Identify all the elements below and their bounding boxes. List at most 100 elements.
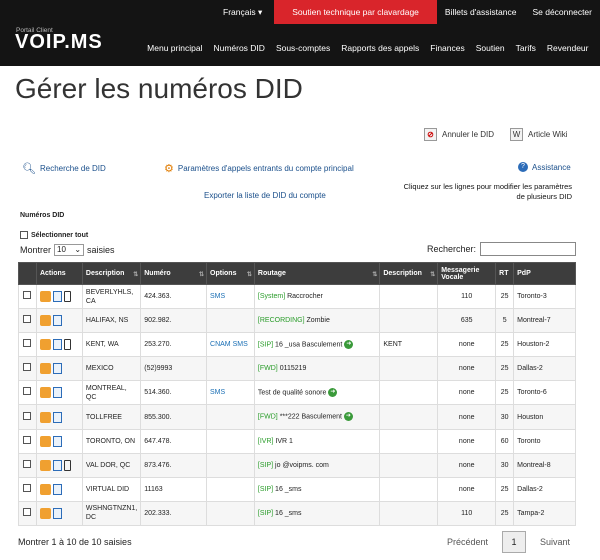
wiki-action[interactable]: W Article Wiki [510, 128, 568, 141]
tickets-link[interactable]: Billets d'assistance [437, 0, 525, 24]
document-icon[interactable] [52, 387, 62, 399]
pop-cell: Dallas-2 [513, 356, 576, 382]
search-did-link[interactable]: 🔍︎ Recherche de DID [22, 162, 106, 175]
page-length-select[interactable]: 10 ⌄ [54, 244, 85, 256]
phone-icon[interactable] [63, 339, 71, 351]
nav-item-0[interactable]: Menu principal [142, 40, 208, 56]
table-search: Rechercher: [427, 242, 576, 256]
next-button[interactable]: Suivant [540, 537, 570, 547]
row-checkbox-cell [18, 380, 37, 406]
edit-icon[interactable] [39, 411, 51, 423]
column-header-5[interactable]: Description ⇅ [379, 262, 439, 285]
phone-icon[interactable] [63, 291, 71, 303]
document-icon[interactable] [52, 291, 62, 303]
column-header-label: Options [210, 270, 237, 277]
column-header-4[interactable]: Routage ⇅ [253, 262, 381, 285]
table-row[interactable]: VAL DOR, QC 873.476. [SIP] jo @voipms. com… [18, 452, 576, 478]
table-row[interactable]: WSHNGTNZN1, DC 202.333. [SIP] 16 _sms 110 25… [18, 500, 576, 526]
table-row[interactable]: BEVERLYHLS, CA 424.363. SMS [System] Raccro… [18, 283, 576, 310]
page-length-control: Montrer 10 ⌄ saisies [20, 244, 115, 256]
document-icon[interactable] [52, 435, 62, 447]
routing-type: [FWD] [257, 365, 278, 373]
edit-icon[interactable] [39, 459, 51, 471]
column-header-6[interactable]: Messagerie Vocale [437, 262, 497, 285]
nav-item-4[interactable]: Finances [425, 40, 471, 56]
assistance-link[interactable]: ? Assistance [518, 162, 571, 172]
document-icon[interactable] [52, 483, 62, 495]
incoming-params-label: Paramètres d'appels entrants du compte p… [177, 164, 354, 173]
document-icon[interactable] [52, 411, 62, 423]
row-checkbox[interactable] [23, 291, 32, 300]
select-all[interactable]: Sélectionner tout [20, 231, 88, 239]
search-input[interactable] [480, 242, 576, 256]
row-checkbox[interactable] [23, 363, 32, 372]
row-actions [39, 315, 79, 327]
table-row[interactable]: HALIFAX, NS 902.982. [RECORDING] Zombie 635… [18, 308, 576, 334]
row-checkbox[interactable] [23, 387, 32, 396]
rt-cell: 25 [495, 476, 515, 502]
row-checkbox[interactable] [23, 339, 32, 348]
document-icon[interactable] [52, 363, 62, 375]
select-all-checkbox[interactable] [20, 231, 28, 239]
column-header-8[interactable]: PdP [513, 262, 576, 285]
header-checkbox-col [18, 262, 37, 285]
table-row[interactable]: TORONTO, ON 647.478. [IVR] IVR 1 none 60 Toro… [18, 428, 576, 454]
column-header-1[interactable]: Description ⇅ [81, 262, 142, 285]
edit-icon[interactable] [39, 339, 51, 351]
row-checkbox[interactable] [23, 315, 32, 324]
column-header-7[interactable]: RT [495, 262, 515, 285]
cancel-did-action[interactable]: ⊘ Annuler le DID [424, 128, 494, 141]
nav-item-6[interactable]: Tarifs [510, 40, 541, 56]
multi-edit-note: Cliquez sur les lignes pour modifier les… [403, 182, 572, 201]
edit-icon[interactable] [39, 387, 51, 399]
row-checkbox[interactable] [23, 483, 32, 492]
language-selector[interactable]: Français ▾ [215, 0, 270, 24]
voipms-logo[interactable]: VOIP.MS [15, 31, 103, 54]
document-icon[interactable] [52, 315, 62, 327]
edit-icon[interactable] [39, 363, 51, 375]
row-checkbox[interactable] [23, 435, 32, 444]
page-length-value: 10 [57, 245, 66, 254]
table-row[interactable]: KENT, WA 253.270. CNAM SMS [SIP] 16 _usa Ba… [18, 332, 576, 358]
document-icon[interactable] [52, 339, 62, 351]
description2-cell [379, 452, 439, 478]
row-checkbox[interactable] [23, 459, 32, 468]
edit-icon[interactable] [39, 291, 51, 303]
description-cell: MONTREAL, QC [81, 380, 142, 406]
edit-icon[interactable] [39, 507, 51, 519]
row-checkbox[interactable] [23, 507, 32, 516]
export-link[interactable]: Exporter la liste de DID du compte [204, 191, 326, 200]
support-chat-button[interactable]: Soutien technique par clavardage [274, 0, 437, 24]
pop-cell: Toronto-3 [513, 283, 576, 310]
prev-button[interactable]: Précédent [447, 537, 488, 547]
entries-label: saisies [87, 245, 115, 255]
document-icon[interactable] [52, 459, 62, 471]
phone-icon[interactable] [63, 459, 71, 471]
edit-icon[interactable] [39, 315, 51, 327]
logout-link[interactable]: Se déconnecter [524, 0, 600, 24]
actions-cell [35, 308, 83, 334]
column-header-3[interactable]: Options ⇅ [206, 262, 255, 285]
page-1-button[interactable]: 1 [501, 531, 526, 553]
voicemail-cell: none [437, 428, 497, 454]
sort-icon: ⇅ [198, 272, 205, 278]
table-row[interactable]: VIRTUAL DID 11163 [SIP] 16 _sms none 25 Dalla… [18, 476, 576, 502]
nav-item-5[interactable]: Soutien [470, 40, 510, 56]
nav-item-7[interactable]: Revendeur [541, 40, 594, 56]
incoming-params-link[interactable]: ⚙ Paramètres d'appels entrants du compte… [164, 162, 354, 175]
column-header-2[interactable]: Numéro ⇅ [140, 262, 208, 285]
column-header-0[interactable]: Actions [35, 262, 83, 285]
table-row[interactable]: MONTREAL, QC 514.360. SMS Test de qualité … [18, 380, 576, 406]
nav-item-3[interactable]: Rapports des appels [336, 40, 425, 56]
edit-icon[interactable] [39, 435, 51, 447]
options-cell: SMS [206, 380, 255, 406]
voicemail-cell: none [437, 404, 497, 430]
table-row[interactable]: TOLLFREE 855.300. [FWD] ***222 Basculement… [18, 404, 576, 430]
document-icon[interactable] [52, 507, 62, 519]
row-checkbox[interactable] [23, 411, 32, 420]
table-row[interactable]: MEXICO (52)9993 [FWD] 0115219 none 25 Dallas-… [18, 356, 576, 382]
nav-item-1[interactable]: Numéros DID [208, 40, 270, 56]
nav-item-2[interactable]: Sous-comptes [270, 40, 335, 56]
edit-icon[interactable] [39, 483, 51, 495]
actions-cell [35, 404, 83, 430]
